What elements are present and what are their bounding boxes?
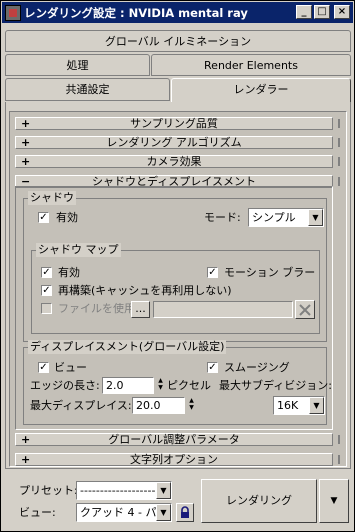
view-checkbox[interactable]: ✓ [38,362,49,373]
rebuild-label: 再構築(キャッシュを再利用しない) [58,284,232,297]
app-icon [5,4,21,21]
tab-processing[interactable]: 処理 [5,54,150,76]
edge-length-label: エッジの長さ: [30,379,100,392]
shadows-enable-checkbox[interactable]: ✓ [38,212,49,223]
rollout-rendering-algorithms[interactable]: + レンダリング アルゴリズム [15,136,333,149]
chevron-down-icon: ▼ [308,209,323,226]
render-setup-window: レンダリング設定 : NVIDIA mental ray _ □ × グローバル… [0,0,355,532]
preset-dropdown[interactable]: ------------------- ▼ [76,481,172,500]
shadows-displacement-rollout: シャドウ ✓ 有効 モード: シンプル ▼ シャドウ マップ ✓ 有効 ✓ モー… [15,186,333,430]
mode-label: モード: [204,211,241,224]
shadows-enable-label: 有効 [56,211,78,224]
shadow-map-enable-checkbox[interactable]: ✓ [41,267,52,278]
window-title: レンダリング設定 : NVIDIA mental ray [24,5,248,20]
view-selector-label: ビュー: [19,506,56,519]
render-options-button[interactable]: ▼ [319,479,349,523]
max-displace-spinner[interactable]: ▲ ▼ [187,397,196,412]
spinner-down-icon: ▼ [189,404,194,411]
view-dropdown[interactable]: クアッド 4 - パース ▼ [76,503,172,522]
mode-dropdown[interactable]: シンプル ▼ [248,208,324,227]
rollout-label: カメラ効果 [146,155,202,168]
tab-global-illumination[interactable]: グローバル イルミネーション [5,30,351,52]
rollout-sampling-quality[interactable]: + サンプリング品質 [15,117,333,130]
browse-button[interactable]: ... [131,301,150,318]
rollout-label: グローバル調整パラメータ [108,433,240,446]
smoothing-checkbox[interactable]: ✓ [207,362,218,373]
lock-view-button[interactable] [176,503,194,522]
edge-length-field[interactable]: 2.0 [102,377,154,394]
rollout-global-tuning[interactable]: + グローバル調整パラメータ [15,433,333,446]
preset-label: プリセット: [19,484,78,497]
maximize-button[interactable]: □ [314,5,330,19]
max-displace-label: 最大ディスプレイス: [30,399,132,412]
rollout-string-options[interactable]: + 文字列オプション [15,453,333,466]
spinner-down-icon: ▼ [158,384,163,391]
max-subdivision-dropdown[interactable]: 16K ▼ [273,396,325,415]
tab-render-elements[interactable]: Render Elements [151,54,351,76]
rebuild-checkbox[interactable]: ✓ [41,285,52,296]
max-displace-field[interactable]: 20.0 [132,397,185,414]
chevron-down-icon: ▼ [309,397,324,414]
rollout-label: サンプリング品質 [130,117,218,130]
chevron-down-icon: ▼ [156,504,171,521]
use-file-label: ファイルを使用 [58,302,135,315]
minimize-button[interactable]: _ [296,5,312,19]
close-button[interactable]: × [334,5,350,19]
displacement-group-title: ディスプレイスメント(グローバル設定) [28,340,227,354]
motion-blur-checkbox[interactable]: ✓ [207,267,218,278]
spinner-up-icon: ▲ [158,377,163,384]
shadow-map-file-field[interactable] [153,301,293,318]
motion-blur-label: モーション ブラー [224,266,316,279]
tab-common[interactable]: 共通設定 [5,78,170,101]
view-label: ビュー [54,361,87,374]
edge-length-spinner[interactable]: ▲ ▼ [156,377,165,392]
x-icon [299,304,311,316]
rollout-label: レンダリング アルゴリズム [106,136,242,149]
tab-renderer[interactable]: レンダラー [171,78,351,103]
smoothing-label: スムージング [224,361,290,374]
use-file-checkbox[interactable] [41,303,52,314]
max-subdivision-label: 最大サブディビジョン: [219,379,332,392]
title-bar[interactable]: レンダリング設定 : NVIDIA mental ray _ □ × [2,2,353,23]
shadow-map-enable-label: 有効 [58,266,80,279]
clear-file-button[interactable] [295,300,315,319]
rollout-camera-effects[interactable]: + カメラ効果 [15,155,333,168]
shadows-group-title: シャドウ [28,191,76,205]
chevron-down-icon: ▼ [156,482,171,499]
shadow-map-group-title: シャドウ マップ [36,243,121,257]
spinner-up-icon: ▲ [189,397,194,404]
render-button[interactable]: レンダリング [201,479,317,523]
lock-icon [181,506,189,518]
edge-length-unit: ピクセル [167,379,211,392]
rollout-label: 文字列オプション [130,453,218,466]
